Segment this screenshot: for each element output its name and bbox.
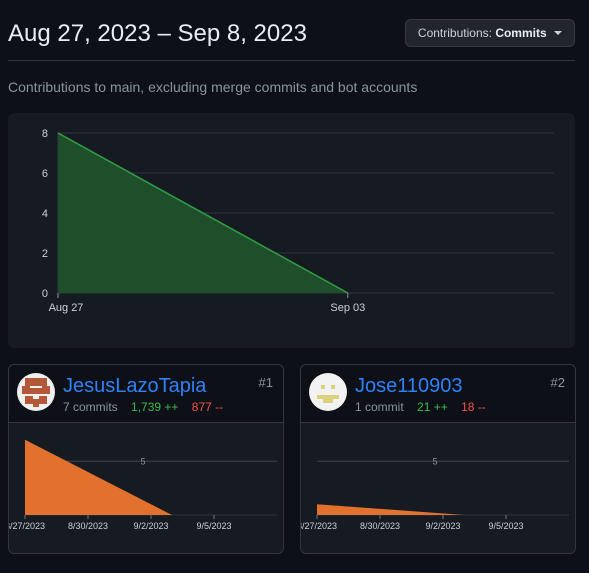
x-tick-label: Sep 03 [330,302,365,314]
x-tick-label: Aug 27 [49,302,84,314]
avatar[interactable] [309,373,347,411]
caret-down-icon [554,31,562,35]
date-range-title: Aug 27, 2023 – Sep 8, 2023 [8,20,307,47]
contributor-card: JesusLazoTapia 7 commits 1,739 ++ 877 --… [8,364,284,554]
x-tick-label: 9/2/2023 [133,521,168,531]
y-tick-label: 4 [42,208,48,220]
x-tick-label: 9/5/2023 [196,521,231,531]
contributor-commits-area [25,439,172,515]
contributor-stats: 7 commits 1,739 ++ 877 -- [63,400,223,414]
contributor-commits-area [317,504,464,515]
x-tick-label: 8/30/2023 [68,521,108,531]
contributor-chart: 5 8/27/2023 8/30/2023 9/2/2023 9/5/2023 [301,422,575,553]
main-chart-svg: 0 2 4 6 8 Aug 27 Sep 03 [42,128,554,314]
contributor-stats: 1 commit 21 ++ 18 -- [355,400,486,414]
commit-count[interactable]: 7 commits [63,400,118,414]
contributions-value: Commits [495,26,547,40]
contributions-dropdown-button[interactable]: Contributions: Commits [404,19,575,47]
contributor-rank: #2 [550,375,565,390]
y-tick-label: 5 [140,456,145,466]
main-commits-chart: 0 2 4 6 8 Aug 27 Sep 03 [8,113,575,348]
x-tick-label: 8/27/2023 [301,521,337,531]
contributions-subtitle: Contributions to main, excluding merge c… [8,79,418,95]
contributions-label: Contributions: [417,26,492,40]
x-tick-label: 9/5/2023 [488,521,523,531]
contributor-chart: 5 8/27/2023 8/30/2023 9/2/2023 9/5/2023 [9,422,283,553]
avatar[interactable] [17,373,55,411]
contributor-username-link[interactable]: JesusLazoTapia [63,375,206,398]
contributor-rank: #1 [258,375,273,390]
contributor-chart-svg: 5 8/27/2023 8/30/2023 9/2/2023 9/5/2023 [9,439,277,531]
contributor-card-header: JesusLazoTapia 7 commits 1,739 ++ 877 --… [9,365,283,422]
commit-count[interactable]: 1 commit [355,400,404,414]
x-tick-label: 8/27/2023 [9,521,45,531]
contributor-card-header: Jose110903 1 commit 21 ++ 18 -- #2 [301,365,575,422]
contributor-chart-svg: 5 8/27/2023 8/30/2023 9/2/2023 9/5/2023 [301,456,569,531]
deletions-count: 877 -- [191,400,224,414]
x-tick-label: 8/30/2023 [360,521,400,531]
y-tick-label: 2 [42,248,48,260]
additions-count: 1,739 ++ [131,400,179,414]
contributor-username-link[interactable]: Jose110903 [355,375,463,398]
page-header: Aug 27, 2023 – Sep 8, 2023 Contributions… [8,18,575,61]
deletions-count: 18 -- [461,400,486,414]
contributor-card: Jose110903 1 commit 21 ++ 18 -- #2 5 8/27… [300,364,576,554]
y-tick-label: 8 [42,128,48,140]
y-tick-label: 0 [42,288,48,300]
y-tick-label: 5 [432,456,437,466]
x-tick-label: 9/2/2023 [425,521,460,531]
additions-count: 21 ++ [417,400,448,414]
y-tick-label: 6 [42,168,48,180]
